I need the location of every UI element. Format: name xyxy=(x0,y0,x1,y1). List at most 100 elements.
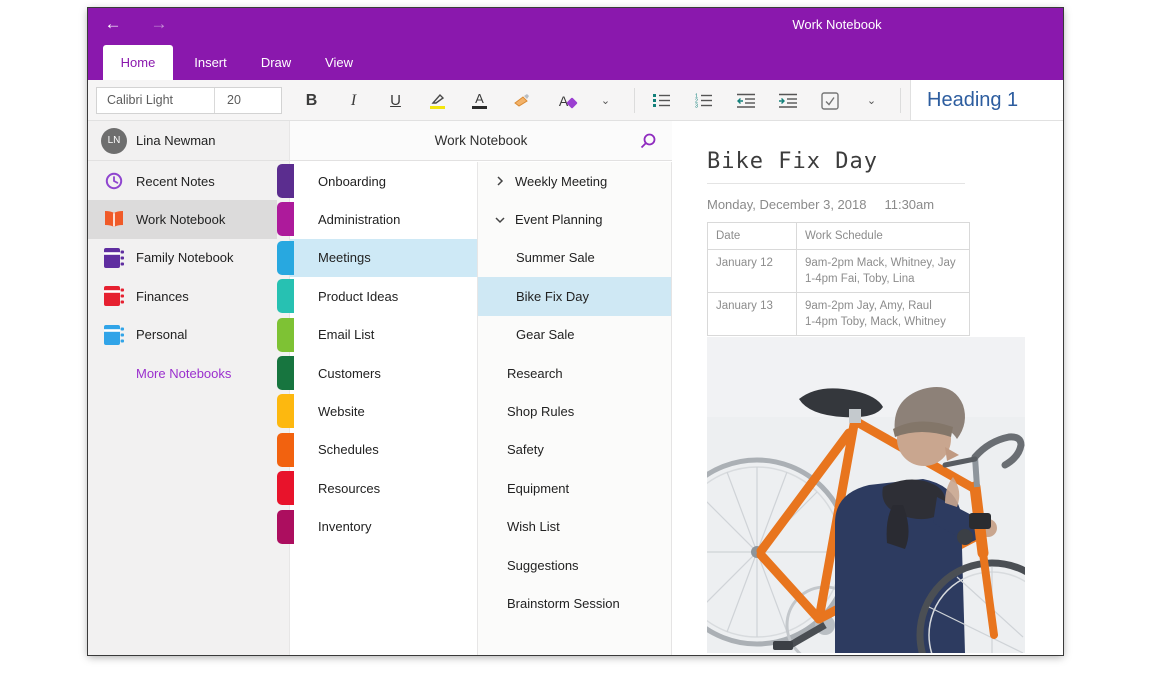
page-item-summer-sale[interactable]: Summer Sale xyxy=(478,239,671,277)
section-color-tab-onboarding[interactable] xyxy=(277,164,294,198)
font-size-select[interactable]: 20 xyxy=(215,88,281,113)
ribbon-tab-insert[interactable]: Insert xyxy=(183,45,238,80)
account-name: Lina Newman xyxy=(136,133,216,148)
clear-formatting-icon: A xyxy=(559,93,568,109)
page-label: Summer Sale xyxy=(478,250,595,265)
section-label: Website xyxy=(290,404,365,419)
underline-button[interactable]: U xyxy=(382,87,409,115)
sidebar-item-finances[interactable]: Finances xyxy=(88,277,277,315)
section-item-schedules[interactable]: Schedules xyxy=(290,431,477,469)
back-button[interactable]: ← xyxy=(100,14,126,34)
page-datetime: Monday, December 3, 201811:30am xyxy=(707,197,934,212)
decrease-indent-icon xyxy=(737,93,755,108)
table-cell-schedule: 9am-2pm Mack, Whitney, Jay1-4pm Fai, Tob… xyxy=(797,250,970,293)
section-item-meetings[interactable]: Meetings xyxy=(290,239,477,277)
forward-icon: → xyxy=(151,14,168,33)
highlight-button[interactable] xyxy=(424,87,451,115)
italic-button[interactable]: I xyxy=(340,87,367,115)
page-item-wish-list[interactable]: Wish List xyxy=(478,508,671,546)
font-color-button[interactable]: A xyxy=(466,87,493,115)
todo-tag-button[interactable] xyxy=(816,87,843,115)
page-label: Brainstorm Session xyxy=(478,596,620,611)
section-color-tab-email-list[interactable] xyxy=(277,318,294,352)
section-color-tab-inventory[interactable] xyxy=(277,510,294,544)
page-item-safety[interactable]: Safety xyxy=(478,431,671,469)
section-item-resources[interactable]: Resources xyxy=(290,469,477,507)
note-photo-man-carrying-orange-bike[interactable] xyxy=(707,337,1025,653)
page-item-weekly-meeting[interactable]: Weekly Meeting xyxy=(478,162,671,200)
sidebar-item-recent-notes[interactable]: Recent Notes xyxy=(88,162,277,200)
ribbon-tab-home[interactable]: Home xyxy=(103,45,173,80)
section-label: Resources xyxy=(290,481,380,496)
format-painter-button[interactable] xyxy=(508,87,535,115)
font-name-select[interactable]: Calibri Light xyxy=(97,88,215,113)
account-row[interactable]: LN Lina Newman xyxy=(88,121,289,161)
section-color-tab-website[interactable] xyxy=(277,394,294,428)
page-label: Safety xyxy=(478,442,544,457)
table-header-work-schedule: Work Schedule xyxy=(797,223,970,250)
section-color-tab-customers[interactable] xyxy=(277,356,294,390)
sidebar-item-work-notebook[interactable]: Work Notebook xyxy=(88,200,277,238)
page-item-gear-sale[interactable]: Gear Sale xyxy=(478,316,671,354)
titlebar: ← → Work Notebook xyxy=(88,8,1063,45)
tags-more-chevron[interactable]: ⌄ xyxy=(858,87,885,115)
page-item-shop-rules[interactable]: Shop Rules xyxy=(478,392,671,430)
ribbon-tab-view[interactable]: View xyxy=(314,45,364,80)
page-item-brainstorm-session[interactable]: Brainstorm Session xyxy=(478,584,671,622)
bullet-list-button[interactable] xyxy=(648,87,675,115)
section-label: Schedules xyxy=(290,442,379,457)
increase-indent-button[interactable] xyxy=(774,87,801,115)
section-color-tab-administration[interactable] xyxy=(277,202,294,236)
page-label: Wish List xyxy=(478,519,560,534)
more-notebooks-link[interactable]: More Notebooks xyxy=(88,354,277,392)
sections-list: OnboardingAdministrationMeetingsProduct … xyxy=(290,162,478,655)
font-color-icon: A xyxy=(472,92,487,109)
notebook-panel-header: Work Notebook xyxy=(290,121,672,161)
sidebar-item-personal[interactable]: Personal xyxy=(88,316,277,354)
clear-formatting-button[interactable]: A xyxy=(550,87,577,115)
section-color-tab-meetings[interactable] xyxy=(277,241,294,275)
svg-text:3: 3 xyxy=(695,104,698,108)
decrease-indent-button[interactable] xyxy=(732,87,759,115)
work-schedule-table[interactable]: DateWork ScheduleJanuary 129am-2pm Mack,… xyxy=(707,222,970,336)
page-label: Equipment xyxy=(478,481,569,496)
section-item-product-ideas[interactable]: Product Ideas xyxy=(290,277,477,315)
section-item-email-list[interactable]: Email List xyxy=(290,316,477,354)
schedule-line: 9am-2pm Mack, Whitney, Jay xyxy=(805,255,961,271)
section-item-administration[interactable]: Administration xyxy=(290,200,477,238)
page-item-event-planning[interactable]: Event Planning xyxy=(478,200,671,238)
section-color-tab-schedules[interactable] xyxy=(277,433,294,467)
font-more-chevron[interactable]: ⌄ xyxy=(592,87,619,115)
section-item-website[interactable]: Website xyxy=(290,392,477,430)
chevron-right-icon[interactable] xyxy=(494,175,506,187)
bold-button[interactable]: B xyxy=(298,87,325,115)
notebook-icon xyxy=(104,325,125,345)
onenote-window: ← → Work Notebook Home Insert Draw View Cal… xyxy=(88,8,1063,655)
note-canvas[interactable]: Bike Fix Day Monday, December 3, 201811:… xyxy=(672,121,1063,655)
numbered-list-button[interactable]: 123 xyxy=(690,87,717,115)
page-title[interactable]: Bike Fix Day xyxy=(707,149,878,174)
bullet-list-icon xyxy=(653,93,670,108)
section-item-onboarding[interactable]: Onboarding xyxy=(290,162,477,200)
page-item-research[interactable]: Research xyxy=(478,354,671,392)
sidebar-item-label: Work Notebook xyxy=(136,212,225,227)
section-item-inventory[interactable]: Inventory xyxy=(290,508,477,546)
screenshot-canvas: ← → Work Notebook Home Insert Draw View Cal… xyxy=(0,0,1151,675)
style-gallery[interactable]: Heading 1 xyxy=(910,80,1063,120)
ribbon-tab-draw[interactable]: Draw xyxy=(251,45,301,80)
section-color-tab-resources[interactable] xyxy=(277,471,294,505)
search-button[interactable] xyxy=(638,131,658,151)
page-item-equipment[interactable]: Equipment xyxy=(478,469,671,507)
page-time: 11:30am xyxy=(884,197,934,212)
section-color-tabs xyxy=(277,162,294,655)
page-item-bike-fix-day[interactable]: Bike Fix Day xyxy=(478,277,671,315)
numbered-list-icon: 123 xyxy=(695,93,712,108)
forward-button[interactable]: → xyxy=(146,14,172,34)
page-item-suggestions[interactable]: Suggestions xyxy=(478,546,671,584)
sidebar-item-label: Personal xyxy=(136,327,187,342)
table-cell-schedule: 9am-2pm Jay, Amy, Raul1-4pm Toby, Mack, … xyxy=(797,293,970,336)
section-item-customers[interactable]: Customers xyxy=(290,354,477,392)
chevron-down-icon[interactable] xyxy=(494,214,506,226)
section-color-tab-product-ideas[interactable] xyxy=(277,279,294,313)
sidebar-item-family-notebook[interactable]: Family Notebook xyxy=(88,239,277,277)
